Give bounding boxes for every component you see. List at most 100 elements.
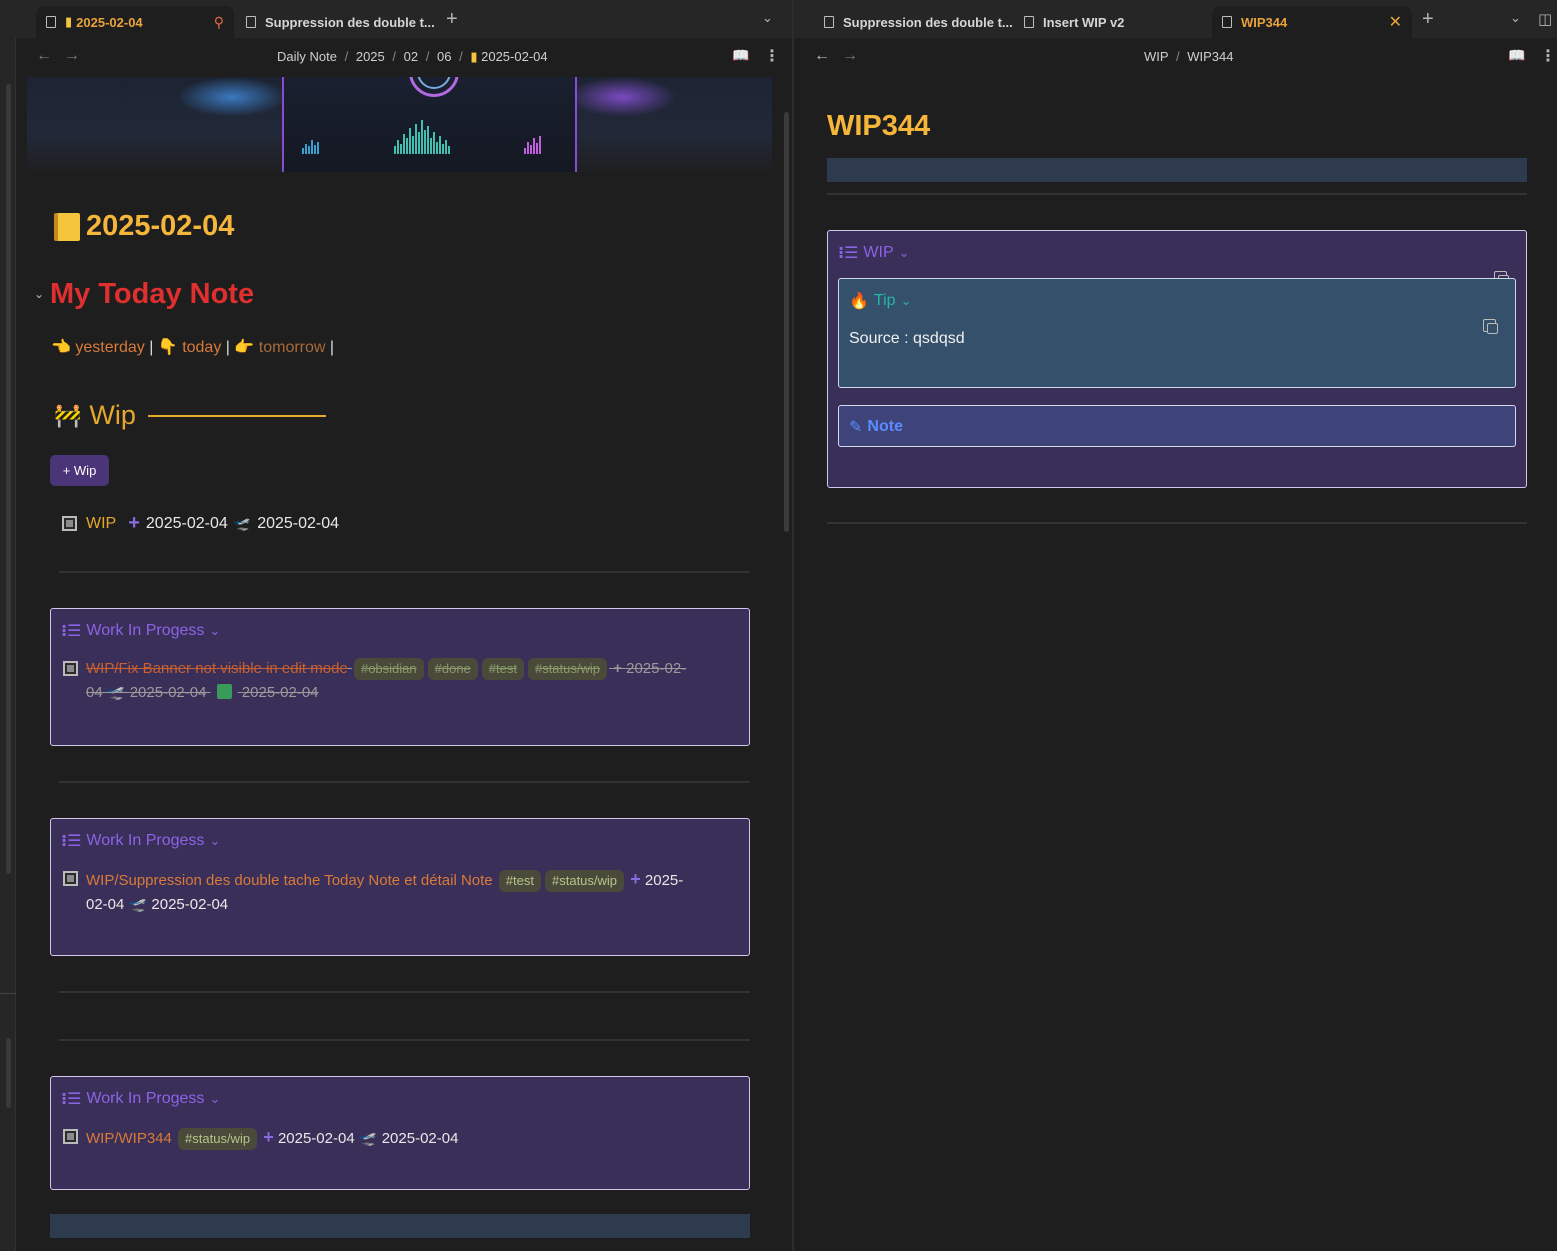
note-title[interactable]: ✎ Note <box>849 417 903 437</box>
tag[interactable]: #status/wip <box>178 1128 258 1150</box>
chevron-down-icon[interactable]: ⌄ <box>899 245 910 261</box>
task-checkbox[interactable] <box>63 871 78 886</box>
collapse-heading-icon[interactable]: ⌄ <box>34 287 44 301</box>
tag[interactable]: #test <box>498 870 541 892</box>
breadcrumb-item[interactable]: 02 <box>404 49 418 64</box>
callout-title[interactable]: ⁝☰ WIP ⌄ <box>838 243 910 263</box>
divider <box>827 193 1527 195</box>
pencil-icon: ✎ <box>849 419 863 436</box>
tab-suppression[interactable]: Suppression des double t... <box>236 6 436 38</box>
task-item: WIP/WIP344 #status/wip + 2025-02-04 🛫 20… <box>63 1125 743 1151</box>
done-date: 2025-02-04 <box>241 684 319 701</box>
chevron-down-icon[interactable]: ⌄ <box>209 833 220 849</box>
heading-wip: 🚧 Wip <box>54 400 326 431</box>
wip-link[interactable]: WIP <box>86 515 116 533</box>
tab-wip344[interactable]: WIP344 ✕ <box>1212 6 1412 38</box>
breadcrumb-item[interactable]: Daily Note <box>277 49 337 64</box>
start-date-icon: 🛫 <box>106 684 126 701</box>
start-date-icon: 🛫 <box>233 515 252 531</box>
breadcrumb: WIP / WIP344 <box>1144 49 1234 64</box>
tab-list-chevron-icon[interactable]: ⌄ <box>762 10 773 26</box>
task-link[interactable]: WIP/Suppression des double tache Today N… <box>86 872 493 889</box>
heading-my-today-note: My Today Note <box>50 278 255 310</box>
yesterday-link[interactable]: yesterday <box>75 339 144 356</box>
left-ribbon <box>0 38 16 1251</box>
forward-arrow-icon[interactable]: → <box>64 47 80 65</box>
close-tab-icon[interactable]: ✕ <box>1389 12 1402 32</box>
ribbon-scrollbar[interactable] <box>6 84 11 874</box>
forward-arrow-icon[interactable]: → <box>842 47 858 65</box>
breadcrumb-item[interactable]: WIP344 <box>1187 49 1233 64</box>
code-block-bar <box>827 158 1527 182</box>
task-checkbox[interactable] <box>63 661 78 676</box>
point-left-icon: 👈 <box>51 339 71 356</box>
list-icon: ⁝☰ <box>61 833 82 850</box>
tab-bar-right: Suppression des double t... Insert WIP v… <box>794 0 1557 38</box>
breadcrumb-item[interactable]: 2025 <box>356 49 385 64</box>
tab-insert-wip[interactable]: Insert WIP v2 <box>1014 6 1204 38</box>
tag[interactable]: #done <box>427 658 478 680</box>
tab-list-chevron-icon[interactable]: ⌄ <box>1510 10 1521 26</box>
copy-icon[interactable] <box>1483 319 1498 334</box>
add-wip-button[interactable]: + Wip <box>50 455 109 486</box>
tip-body: Source : qsdqsd <box>849 330 965 347</box>
pane-divider[interactable] <box>792 0 794 1251</box>
tag[interactable]: #status/wip <box>527 658 608 680</box>
created-date-cont: 04 <box>86 684 103 701</box>
point-down-icon: 👇 <box>157 339 178 356</box>
more-options-icon[interactable]: ⋮ <box>764 46 780 66</box>
sidebar-toggle-icon[interactable]: ◫ <box>1538 10 1552 28</box>
reading-view-icon[interactable]: 📖 <box>1508 47 1525 64</box>
breadcrumb-item[interactable]: WIP <box>1144 49 1168 64</box>
callout-title-text: Work In Progess <box>86 1090 205 1107</box>
tab-label: WIP344 <box>1241 14 1288 30</box>
chevron-down-icon[interactable]: ⌄ <box>209 623 220 639</box>
list-icon: ⁝☰ <box>61 1091 82 1108</box>
heading-underline <box>147 414 326 417</box>
created-plus-icon: + <box>263 1127 274 1147</box>
left-view-header: ← → Daily Note / 2025 / 02 / 06 / ▮ 2025… <box>16 38 792 76</box>
tag[interactable]: #obsidian <box>353 658 424 680</box>
tip-title-text: Tip <box>873 292 896 309</box>
callout-title[interactable]: ⁝☰ Work In Progess ⌄ <box>61 831 220 851</box>
reading-view-icon[interactable]: 📖 <box>732 47 749 64</box>
tab-label: Suppression des double t... <box>843 14 1013 30</box>
tag[interactable]: #test <box>481 658 524 680</box>
task-checkbox[interactable] <box>62 516 77 531</box>
tag[interactable]: #status/wip <box>545 870 625 892</box>
breadcrumb-item[interactable]: 2025-02-04 <box>481 49 548 64</box>
chevron-down-icon[interactable]: ⌄ <box>209 1091 220 1107</box>
notebook-icon: ▮ <box>470 49 478 64</box>
more-options-icon[interactable]: ⋮ <box>1540 46 1556 66</box>
callout-title[interactable]: ⁝☰ Work In Progess ⌄ <box>61 621 220 641</box>
breadcrumb: Daily Note / 2025 / 02 / 06 / ▮ 2025-02-… <box>277 49 548 64</box>
tab-suppression-right[interactable]: Suppression des double t... <box>814 6 1014 38</box>
tomorrow-link[interactable]: tomorrow <box>259 339 326 356</box>
divider <box>827 522 1527 524</box>
pin-icon[interactable]: ⚲ <box>214 14 224 31</box>
separator: | <box>149 339 154 356</box>
tab-bar-left: ▮ 2025-02-04 ⚲ Suppression des double t.… <box>0 0 792 38</box>
ribbon-scrollbar-lower[interactable] <box>6 1038 11 1108</box>
tab-daily-note[interactable]: ▮ 2025-02-04 ⚲ <box>36 6 234 38</box>
callout-tip: 🔥 Tip ⌄ Source : qsdqsd <box>838 278 1516 388</box>
back-arrow-icon[interactable]: ← <box>36 47 52 65</box>
callout-title-text: Work In Progess <box>86 832 205 849</box>
chevron-down-icon[interactable]: ⌄ <box>901 293 912 309</box>
created-date: 2025-02-04 <box>145 514 228 532</box>
task-link[interactable]: WIP/WIP344 <box>86 1130 172 1147</box>
back-arrow-icon[interactable]: ← <box>814 47 830 65</box>
new-tab-icon[interactable]: + <box>446 8 458 31</box>
tab-label: Suppression des double t... <box>265 14 435 30</box>
task-link[interactable]: WIP/Fix Banner not visible in edit mode <box>86 660 348 677</box>
divider <box>59 571 750 573</box>
breadcrumb-item[interactable]: 06 <box>437 49 451 64</box>
callout-title[interactable]: ⁝☰ Work In Progess ⌄ <box>61 1089 220 1109</box>
tip-title[interactable]: 🔥 Tip ⌄ <box>849 291 911 311</box>
tab-label: 2025-02-04 <box>76 14 143 30</box>
today-link[interactable]: today <box>182 339 221 356</box>
day-navigation: 👈 yesterday | 👇 today | 👉 tomorrow | <box>51 337 334 357</box>
new-tab-icon[interactable]: + <box>1422 8 1434 31</box>
left-pane-scrollbar[interactable] <box>784 112 789 532</box>
task-checkbox[interactable] <box>63 1129 78 1144</box>
